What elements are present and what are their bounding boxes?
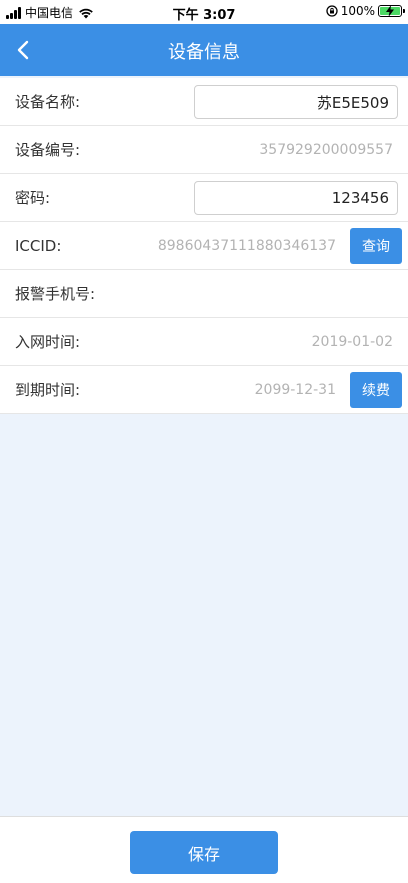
row-iccid: ICCID: 89860437111880346137 查询 <box>0 222 408 270</box>
row-alarm-phone[interactable]: 报警手机号: <box>0 270 408 318</box>
device-number-label: 设备编号: <box>15 141 81 159</box>
status-right: 100% <box>326 4 405 18</box>
device-number-value: 357929200009557 <box>259 141 393 158</box>
password-input[interactable] <box>194 181 398 215</box>
device-name-label: 设备名称: <box>15 93 81 111</box>
renew-button[interactable]: 续费 <box>350 372 402 408</box>
device-info-form: 设备名称: 设备编号: 357929200009557 密码: ICCID: 8… <box>0 78 408 414</box>
row-password: 密码: <box>0 174 408 222</box>
status-bar: 中国电信 下午 3:07 100% <box>0 0 408 24</box>
query-button[interactable]: 查询 <box>350 228 402 264</box>
battery-percent: 100% <box>340 4 375 18</box>
row-device-number: 设备编号: 357929200009557 <box>0 126 408 174</box>
expire-time-value: 2099-12-31 <box>254 381 336 398</box>
footer: 保存 <box>0 816 408 883</box>
password-label: 密码: <box>15 189 51 207</box>
iccid-label: ICCID: <box>15 236 62 255</box>
network-time-label: 入网时间: <box>15 333 81 351</box>
alarm-phone-label: 报警手机号: <box>15 285 96 303</box>
save-button[interactable]: 保存 <box>130 831 278 874</box>
nav-bar: 设备信息 <box>0 24 408 76</box>
battery-icon <box>378 5 405 17</box>
row-device-name: 设备名称: <box>0 78 408 126</box>
device-name-input[interactable] <box>194 85 398 119</box>
rotation-lock-icon <box>326 5 338 17</box>
page-title: 设备信息 <box>168 42 240 63</box>
row-expire-time: 到期时间: 2099-12-31 续费 <box>0 366 408 414</box>
row-network-time: 入网时间: 2019-01-02 <box>0 318 408 366</box>
network-time-value: 2019-01-02 <box>311 333 393 350</box>
iccid-value: 89860437111880346137 <box>157 237 336 254</box>
expire-time-label: 到期时间: <box>15 381 81 399</box>
